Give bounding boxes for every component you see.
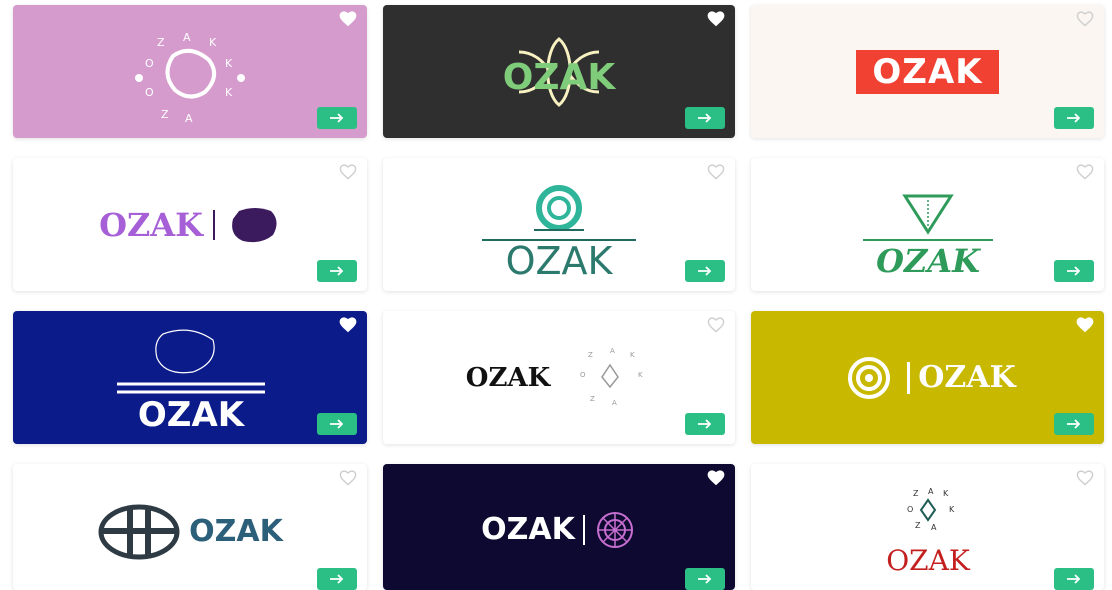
open-design-button[interactable] bbox=[317, 568, 357, 590]
svg-text:Z: Z bbox=[913, 489, 919, 498]
arrow-right-icon bbox=[698, 574, 712, 584]
svg-text:OZAK: OZAK bbox=[876, 242, 981, 280]
heart-icon[interactable] bbox=[339, 11, 357, 27]
heart-icon[interactable] bbox=[707, 470, 725, 486]
logo-preview: OZAK bbox=[383, 158, 735, 291]
heart-icon[interactable] bbox=[1076, 164, 1094, 180]
arrow-right-icon bbox=[330, 419, 344, 429]
logo-card-6[interactable]: OZAK bbox=[751, 158, 1104, 291]
svg-text:OZAK: OZAK bbox=[886, 544, 971, 577]
svg-text:Z: Z bbox=[161, 108, 169, 121]
logo-card-1[interactable]: Z A K O K O K Z A bbox=[13, 5, 367, 138]
open-design-button[interactable] bbox=[1054, 107, 1094, 129]
heart-icon[interactable] bbox=[707, 11, 725, 27]
svg-text:A: A bbox=[183, 31, 191, 44]
heart-icon[interactable] bbox=[339, 470, 357, 486]
arrow-right-icon bbox=[1067, 113, 1081, 123]
logo-preview: OZAK bbox=[13, 464, 367, 590]
svg-text:Z: Z bbox=[590, 395, 595, 403]
svg-text:O: O bbox=[145, 57, 154, 70]
svg-text:A: A bbox=[928, 487, 934, 496]
svg-text:K: K bbox=[209, 36, 217, 49]
heart-icon[interactable] bbox=[1076, 11, 1094, 27]
logo-card-12[interactable]: Z A K O K Z A OZAK bbox=[751, 464, 1104, 590]
open-design-button[interactable] bbox=[685, 568, 725, 590]
svg-text:OZAK: OZAK bbox=[138, 395, 246, 435]
svg-text:OZAK: OZAK bbox=[503, 57, 617, 98]
svg-text:OZAK: OZAK bbox=[506, 239, 614, 280]
heart-icon[interactable] bbox=[339, 317, 357, 333]
open-design-button[interactable] bbox=[685, 107, 725, 129]
svg-text:O: O bbox=[580, 371, 586, 379]
logo-preview: OZAK bbox=[751, 158, 1104, 291]
logo-card-3[interactable]: OZAK bbox=[751, 5, 1104, 138]
open-design-button[interactable] bbox=[1054, 568, 1094, 590]
logo-preview: OZAK Z A K O K Z A bbox=[465, 346, 643, 407]
svg-text:K: K bbox=[225, 86, 233, 99]
open-design-button[interactable] bbox=[317, 260, 357, 282]
arrow-right-icon bbox=[330, 113, 344, 123]
open-design-button[interactable] bbox=[317, 107, 357, 129]
svg-text:A: A bbox=[185, 112, 193, 125]
svg-text:K: K bbox=[949, 505, 955, 514]
logo-preview: OZAK bbox=[13, 158, 367, 291]
logo-preview: OZAK bbox=[383, 5, 735, 138]
logo-preview: OZAK bbox=[751, 5, 1104, 138]
ring-letter: Z bbox=[157, 36, 165, 49]
open-design-button[interactable] bbox=[685, 260, 725, 282]
arrow-right-icon bbox=[330, 574, 344, 584]
logo-preview: OZAK bbox=[383, 464, 735, 590]
open-design-button[interactable] bbox=[317, 413, 357, 435]
svg-text:Z: Z bbox=[588, 351, 593, 359]
logo-card-8[interactable]: OZAK Z A K O K Z A bbox=[383, 311, 735, 444]
logo-results-grid: Z A K O K O K Z A OZAK OZAK OZAK OZAK OZ… bbox=[0, 0, 1112, 590]
svg-text:K: K bbox=[638, 371, 643, 379]
open-design-button[interactable] bbox=[685, 413, 725, 435]
heart-icon[interactable] bbox=[707, 164, 725, 180]
logo-preview: OZAK bbox=[751, 311, 1104, 444]
open-design-button[interactable] bbox=[1054, 413, 1094, 435]
logo-card-9[interactable]: OZAK bbox=[751, 311, 1104, 444]
arrow-right-icon bbox=[698, 266, 712, 276]
arrow-right-icon bbox=[698, 113, 712, 123]
arrow-right-icon bbox=[1067, 266, 1081, 276]
svg-text:O: O bbox=[145, 86, 154, 99]
svg-text:O: O bbox=[907, 505, 913, 514]
svg-text:K: K bbox=[225, 57, 233, 70]
svg-text:K: K bbox=[943, 489, 949, 498]
arrow-right-icon bbox=[698, 419, 712, 429]
logo-card-2[interactable]: OZAK bbox=[383, 5, 735, 138]
arrow-right-icon bbox=[330, 266, 344, 276]
logo-card-11[interactable]: OZAK bbox=[383, 464, 735, 590]
logo-card-10[interactable]: OZAK bbox=[13, 464, 367, 590]
logo-preview: OZAK bbox=[13, 311, 367, 444]
heart-icon[interactable] bbox=[339, 164, 357, 180]
open-design-button[interactable] bbox=[1054, 260, 1094, 282]
logo-card-4[interactable]: OZAK bbox=[13, 158, 367, 291]
logo-preview: Z A K O K O K Z A bbox=[13, 5, 367, 138]
arrow-right-icon bbox=[1067, 574, 1081, 584]
svg-text:Z: Z bbox=[915, 521, 921, 530]
logo-card-7[interactable]: OZAK bbox=[13, 311, 367, 444]
logo-preview: Z A K O K Z A OZAK bbox=[751, 464, 1104, 590]
svg-text:A: A bbox=[612, 399, 617, 407]
svg-text:A: A bbox=[610, 347, 615, 355]
svg-text:K: K bbox=[630, 351, 635, 359]
arrow-right-icon bbox=[1067, 419, 1081, 429]
logo-card-5[interactable]: OZAK bbox=[383, 158, 735, 291]
svg-text:A: A bbox=[931, 523, 937, 532]
heart-icon[interactable] bbox=[707, 317, 725, 333]
heart-icon[interactable] bbox=[1076, 470, 1094, 486]
heart-icon[interactable] bbox=[1076, 317, 1094, 333]
